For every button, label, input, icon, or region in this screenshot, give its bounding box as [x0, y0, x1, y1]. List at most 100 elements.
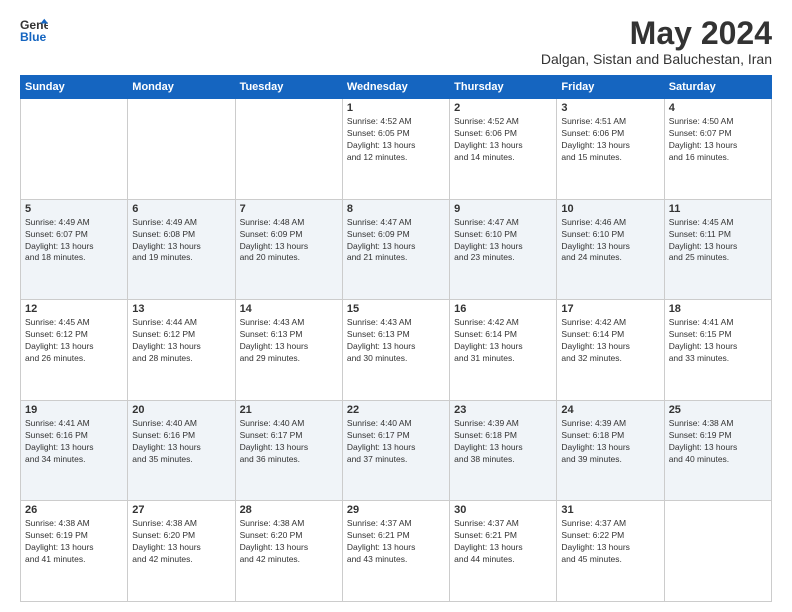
calendar-cell: 4 Sunrise: 4:50 AM Sunset: 6:07 PM Daylig…: [664, 99, 771, 200]
calendar-week-5: 26 Sunrise: 4:38 AM Sunset: 6:19 PM Dayli…: [21, 501, 772, 602]
day-info: Sunrise: 4:39 AM Sunset: 6:18 PM Dayligh…: [454, 418, 552, 466]
day-info: Sunrise: 4:48 AM Sunset: 6:09 PM Dayligh…: [240, 217, 338, 265]
calendar-cell: 21Sunrise: 4:40 AM Sunset: 6:17 PM Dayli…: [235, 400, 342, 501]
day-number: 5: [25, 203, 123, 215]
title-block: May 2024 Dalgan, Sistan and Baluchestan,…: [541, 16, 772, 67]
day-number: 14: [240, 303, 338, 315]
calendar-cell: [664, 501, 771, 602]
col-saturday: Saturday: [664, 76, 771, 99]
day-info: Sunrise: 4:46 AM Sunset: 6:10 PM Dayligh…: [561, 217, 659, 265]
day-info: Sunrise: 4:42 AM Sunset: 6:14 PM Dayligh…: [454, 317, 552, 365]
day-number: 31: [561, 504, 659, 516]
day-info: Sunrise: 4:49 AM Sunset: 6:08 PM Dayligh…: [132, 217, 230, 265]
calendar-week-4: 19Sunrise: 4:41 AM Sunset: 6:16 PM Dayli…: [21, 400, 772, 501]
calendar-cell: 27Sunrise: 4:38 AM Sunset: 6:20 PM Dayli…: [128, 501, 235, 602]
calendar-week-2: 5 Sunrise: 4:49 AM Sunset: 6:07 PM Daylig…: [21, 199, 772, 300]
calendar-cell: 1 Sunrise: 4:52 AM Sunset: 6:05 PM Daylig…: [342, 99, 449, 200]
day-number: 16: [454, 303, 552, 315]
day-info: Sunrise: 4:45 AM Sunset: 6:12 PM Dayligh…: [25, 317, 123, 365]
day-number: 23: [454, 404, 552, 416]
day-number: 2: [454, 102, 552, 114]
main-title: May 2024: [541, 16, 772, 51]
calendar-cell: 12 Sunrise: 4:45 AM Sunset: 6:12 PM Dayli…: [21, 300, 128, 401]
day-info: Sunrise: 4:38 AM Sunset: 6:19 PM Dayligh…: [669, 418, 767, 466]
day-number: 12: [25, 303, 123, 315]
day-number: 28: [240, 504, 338, 516]
day-number: 21: [240, 404, 338, 416]
calendar-cell: 8 Sunrise: 4:47 AM Sunset: 6:09 PM Daylig…: [342, 199, 449, 300]
day-info: Sunrise: 4:38 AM Sunset: 6:19 PM Dayligh…: [25, 518, 123, 566]
day-info: Sunrise: 4:51 AM Sunset: 6:06 PM Dayligh…: [561, 116, 659, 164]
calendar-cell: 13Sunrise: 4:44 AM Sunset: 6:12 PM Dayli…: [128, 300, 235, 401]
day-number: 30: [454, 504, 552, 516]
calendar-cell: 29 Sunrise: 4:37 AM Sunset: 6:21 PM Dayli…: [342, 501, 449, 602]
day-info: Sunrise: 4:50 AM Sunset: 6:07 PM Dayligh…: [669, 116, 767, 164]
calendar-cell: [21, 99, 128, 200]
calendar-cell: 22 Sunrise: 4:40 AM Sunset: 6:17 PM Dayli…: [342, 400, 449, 501]
calendar-cell: 23 Sunrise: 4:39 AM Sunset: 6:18 PM Dayli…: [450, 400, 557, 501]
day-number: 10: [561, 203, 659, 215]
day-info: Sunrise: 4:37 AM Sunset: 6:21 PM Dayligh…: [347, 518, 445, 566]
day-number: 9: [454, 203, 552, 215]
day-info: Sunrise: 4:40 AM Sunset: 6:16 PM Dayligh…: [132, 418, 230, 466]
calendar-cell: 31 Sunrise: 4:37 AM Sunset: 6:22 PM Dayli…: [557, 501, 664, 602]
calendar-cell: 20Sunrise: 4:40 AM Sunset: 6:16 PM Dayli…: [128, 400, 235, 501]
day-number: 11: [669, 203, 767, 215]
day-info: Sunrise: 4:37 AM Sunset: 6:22 PM Dayligh…: [561, 518, 659, 566]
day-number: 15: [347, 303, 445, 315]
day-info: Sunrise: 4:52 AM Sunset: 6:05 PM Dayligh…: [347, 116, 445, 164]
day-info: Sunrise: 4:45 AM Sunset: 6:11 PM Dayligh…: [669, 217, 767, 265]
calendar-page: General Blue May 2024 Dalgan, Sistan and…: [0, 0, 792, 612]
day-info: Sunrise: 4:43 AM Sunset: 6:13 PM Dayligh…: [347, 317, 445, 365]
day-info: Sunrise: 4:43 AM Sunset: 6:13 PM Dayligh…: [240, 317, 338, 365]
calendar-table: Sunday Monday Tuesday Wednesday Thursday…: [20, 75, 772, 602]
calendar-cell: 24Sunrise: 4:39 AM Sunset: 6:18 PM Dayli…: [557, 400, 664, 501]
day-number: 4: [669, 102, 767, 114]
calendar-cell: 30 Sunrise: 4:37 AM Sunset: 6:21 PM Dayli…: [450, 501, 557, 602]
calendar-cell: 19Sunrise: 4:41 AM Sunset: 6:16 PM Dayli…: [21, 400, 128, 501]
calendar-cell: 25 Sunrise: 4:38 AM Sunset: 6:19 PM Dayli…: [664, 400, 771, 501]
day-number: 29: [347, 504, 445, 516]
day-info: Sunrise: 4:38 AM Sunset: 6:20 PM Dayligh…: [240, 518, 338, 566]
day-info: Sunrise: 4:37 AM Sunset: 6:21 PM Dayligh…: [454, 518, 552, 566]
day-number: 18: [669, 303, 767, 315]
day-number: 6: [132, 203, 230, 215]
header-row: Sunday Monday Tuesday Wednesday Thursday…: [21, 76, 772, 99]
calendar-cell: 28 Sunrise: 4:38 AM Sunset: 6:20 PM Dayli…: [235, 501, 342, 602]
calendar-week-1: 1 Sunrise: 4:52 AM Sunset: 6:05 PM Daylig…: [21, 99, 772, 200]
logo-icon: General Blue: [20, 16, 48, 44]
day-info: Sunrise: 4:47 AM Sunset: 6:10 PM Dayligh…: [454, 217, 552, 265]
day-number: 25: [669, 404, 767, 416]
calendar-cell: 6 Sunrise: 4:49 AM Sunset: 6:08 PM Daylig…: [128, 199, 235, 300]
calendar-cell: 17 Sunrise: 4:42 AM Sunset: 6:14 PM Dayli…: [557, 300, 664, 401]
day-info: Sunrise: 4:38 AM Sunset: 6:20 PM Dayligh…: [132, 518, 230, 566]
calendar-cell: 10 Sunrise: 4:46 AM Sunset: 6:10 PM Dayli…: [557, 199, 664, 300]
calendar-cell: 2 Sunrise: 4:52 AM Sunset: 6:06 PM Daylig…: [450, 99, 557, 200]
day-number: 7: [240, 203, 338, 215]
day-number: 24: [561, 404, 659, 416]
day-number: 1: [347, 102, 445, 114]
day-number: 17: [561, 303, 659, 315]
day-number: 26: [25, 504, 123, 516]
logo: General Blue: [20, 16, 48, 44]
subtitle: Dalgan, Sistan and Baluchestan, Iran: [541, 51, 772, 67]
calendar-cell: [235, 99, 342, 200]
calendar-cell: 11 Sunrise: 4:45 AM Sunset: 6:11 PM Dayli…: [664, 199, 771, 300]
day-info: Sunrise: 4:52 AM Sunset: 6:06 PM Dayligh…: [454, 116, 552, 164]
col-wednesday: Wednesday: [342, 76, 449, 99]
calendar-cell: 3Sunrise: 4:51 AM Sunset: 6:06 PM Daylig…: [557, 99, 664, 200]
day-number: 8: [347, 203, 445, 215]
calendar-cell: 15 Sunrise: 4:43 AM Sunset: 6:13 PM Dayli…: [342, 300, 449, 401]
page-header: General Blue May 2024 Dalgan, Sistan and…: [20, 16, 772, 67]
calendar-week-3: 12 Sunrise: 4:45 AM Sunset: 6:12 PM Dayli…: [21, 300, 772, 401]
day-info: Sunrise: 4:49 AM Sunset: 6:07 PM Dayligh…: [25, 217, 123, 265]
day-number: 22: [347, 404, 445, 416]
calendar-cell: 16 Sunrise: 4:42 AM Sunset: 6:14 PM Dayli…: [450, 300, 557, 401]
day-info: Sunrise: 4:47 AM Sunset: 6:09 PM Dayligh…: [347, 217, 445, 265]
day-info: Sunrise: 4:40 AM Sunset: 6:17 PM Dayligh…: [347, 418, 445, 466]
day-info: Sunrise: 4:41 AM Sunset: 6:15 PM Dayligh…: [669, 317, 767, 365]
col-tuesday: Tuesday: [235, 76, 342, 99]
col-sunday: Sunday: [21, 76, 128, 99]
svg-text:Blue: Blue: [20, 30, 47, 44]
day-info: Sunrise: 4:42 AM Sunset: 6:14 PM Dayligh…: [561, 317, 659, 365]
